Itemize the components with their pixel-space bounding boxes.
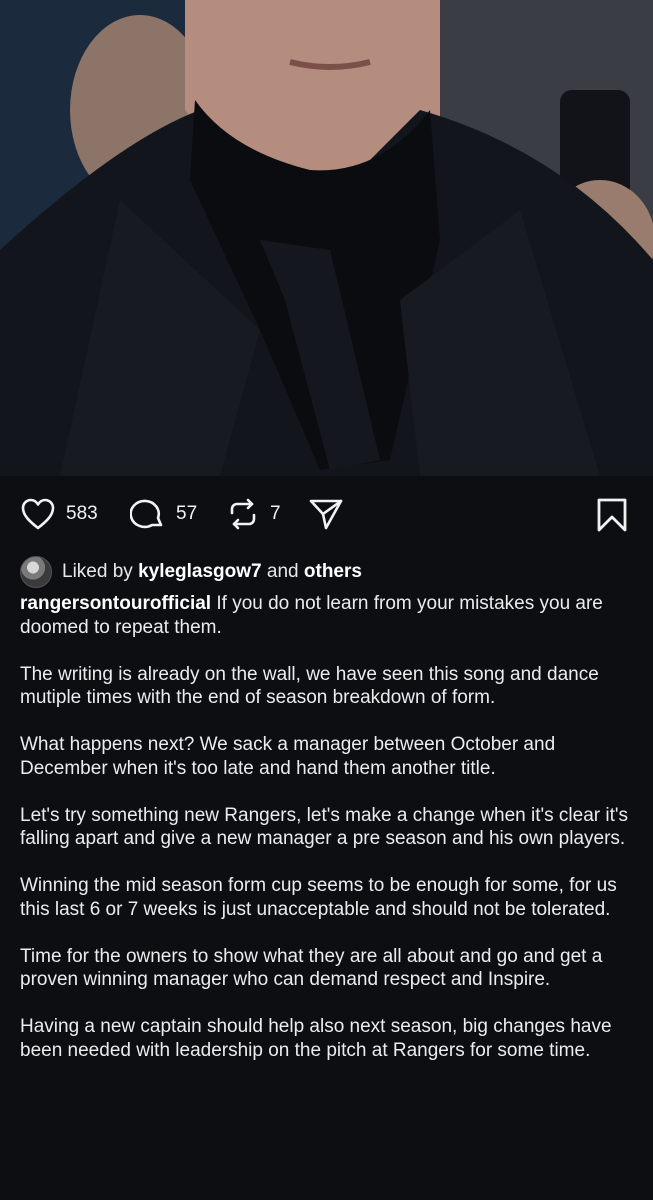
post-photo-illustration xyxy=(0,0,653,476)
caption-paragraph: What happens next? We sack a manager bet… xyxy=(20,734,556,779)
likes-count: 583 xyxy=(66,503,98,524)
share-button[interactable] xyxy=(308,497,344,531)
liked-by-prefix: Liked by xyxy=(62,561,133,582)
bookmark-icon xyxy=(597,498,627,532)
comment-bubble-icon xyxy=(130,499,163,529)
post-photo[interactable] xyxy=(0,0,653,476)
comments-count: 57 xyxy=(176,503,198,524)
caption-paragraph: Let's try something new Rangers, let's m… xyxy=(20,804,629,850)
liked-by-row[interactable]: Liked by kyleglasgow7 and others xyxy=(20,556,362,588)
reposts-count: 7 xyxy=(270,503,281,524)
save-button[interactable] xyxy=(596,497,628,533)
caption-paragraph: rangersontourofficial If you do not lear… xyxy=(20,592,635,639)
post-actions-bar: 583 57 7 xyxy=(0,490,653,544)
liked-by-username[interactable]: kyleglasgow7 xyxy=(138,561,262,583)
send-paper-plane-icon xyxy=(309,499,343,530)
caption-paragraph: The writing is already on the wall, we h… xyxy=(20,663,599,709)
repost-button[interactable]: 7 xyxy=(226,497,281,531)
caption-paragraph: Winning the mid season form cup seems to… xyxy=(20,875,617,920)
liked-by-others[interactable]: others xyxy=(304,561,362,583)
heart-icon xyxy=(21,498,55,530)
repost-arrows-icon xyxy=(230,498,256,530)
liked-by-conjunction: and xyxy=(266,561,299,582)
caption-paragraph: Having a new captain should help also ne… xyxy=(20,1016,612,1061)
liker-avatar[interactable] xyxy=(20,556,52,588)
like-button[interactable]: 583 xyxy=(20,497,98,531)
post-caption: rangersontourofficial If you do not lear… xyxy=(20,592,635,1086)
caption-paragraph: Time for the owners to show what they ar… xyxy=(20,945,603,991)
comment-button[interactable]: 57 xyxy=(130,497,197,531)
caption-username[interactable]: rangersontourofficial xyxy=(20,593,211,614)
